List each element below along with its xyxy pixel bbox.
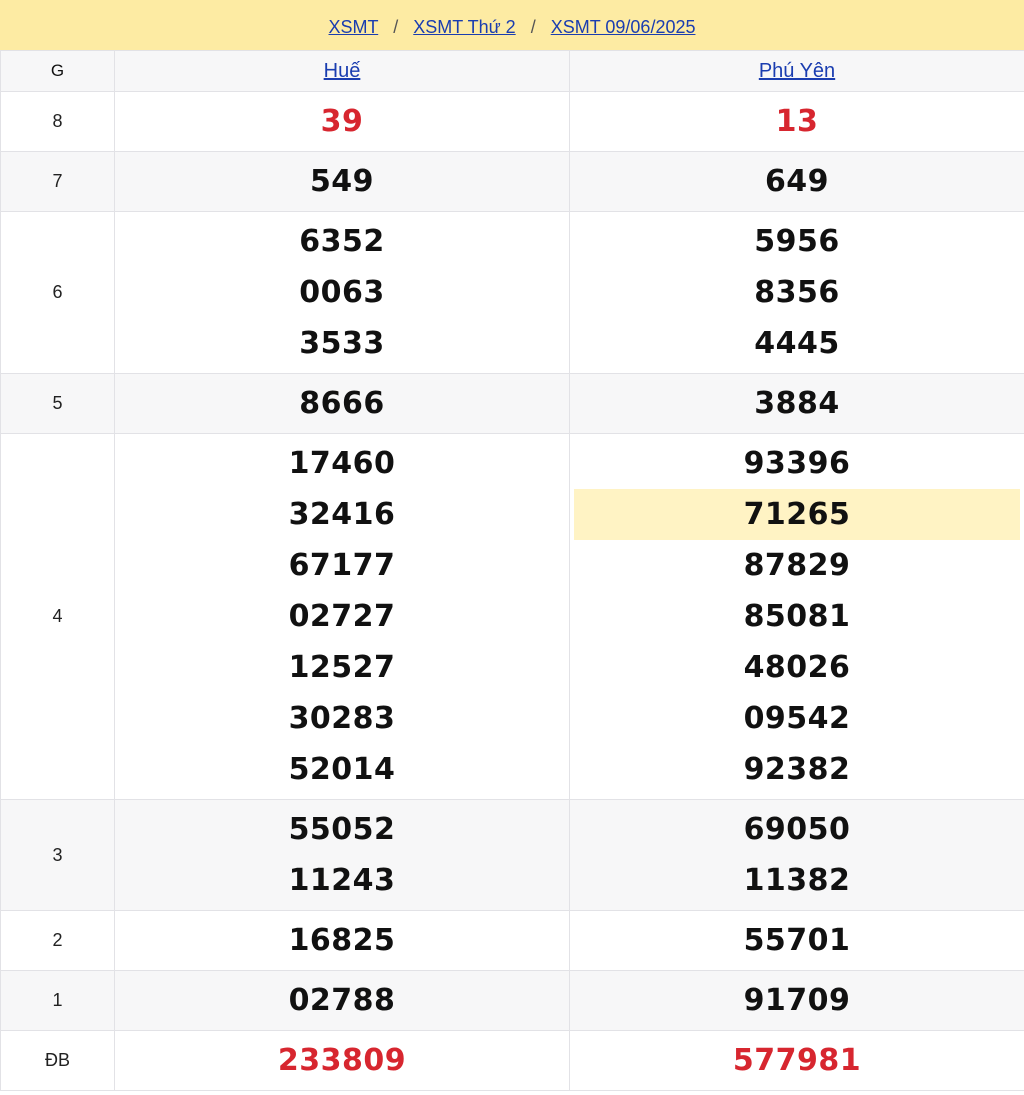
result-number: 4445 [754, 326, 840, 361]
result-number: 13 [775, 104, 819, 139]
result-cell-hue: 8666 [114, 373, 570, 434]
result-number: 85081 [743, 599, 851, 634]
prize-label: 7 [0, 151, 115, 212]
result-cell-phu-yen: 69050 11382 [569, 799, 1024, 911]
result-number: 30283 [288, 701, 396, 736]
result-number: 6352 [299, 224, 385, 259]
prize-label: 8 [0, 91, 115, 152]
result-number: 02788 [288, 983, 396, 1018]
result-cell-hue: 39 [114, 91, 570, 152]
prize-label: 6 [0, 211, 115, 374]
result-number: 39 [320, 104, 364, 139]
result-number: 67177 [288, 548, 396, 583]
result-number: 69050 [743, 812, 851, 847]
result-number: 55052 [288, 812, 396, 847]
result-number: 649 [764, 164, 830, 199]
prize-label: ĐB [0, 1030, 115, 1091]
prize-label: 5 [0, 373, 115, 434]
result-cell-phu-yen: 3884 [569, 373, 1024, 434]
prize-label: 4 [0, 433, 115, 800]
result-number: 93396 [743, 446, 851, 481]
table-row: 6 6352 0063 3533 5956 8356 4445 [0, 211, 1024, 374]
result-cell-phu-yen: 649 [569, 151, 1024, 212]
result-number: 48026 [743, 650, 851, 685]
result-cell-hue: 6352 0063 3533 [114, 211, 570, 374]
province-link-hue[interactable]: Huế [324, 60, 361, 82]
result-number: 71265 [574, 489, 1020, 540]
result-number: 55701 [743, 923, 851, 958]
prize-column-header: G [0, 50, 115, 92]
table-row: 4 17460 32416 67177 02727 12527 30283 52014 9339… [0, 433, 1024, 800]
result-cell-phu-yen: 91709 [569, 970, 1024, 1031]
table-row: 8 39 13 [0, 91, 1024, 152]
table-row: 3 55052 11243 69050 11382 [0, 799, 1024, 911]
table-row: 1 02788 91709 [0, 970, 1024, 1031]
table-header-row: G Huế Phú Yên [0, 50, 1024, 92]
page-header: XSMT / XSMT Thứ 2 / XSMT 09/06/2025 [0, 0, 1024, 50]
breadcrumb-separator: / [393, 17, 399, 37]
result-cell-hue: 233809 [114, 1030, 570, 1091]
result-cell-phu-yen: 5956 8356 4445 [569, 211, 1024, 374]
result-number: 0063 [299, 275, 385, 310]
result-number: 32416 [288, 497, 396, 532]
result-number: 3884 [754, 386, 840, 421]
result-cell-phu-yen: 577981 [569, 1030, 1024, 1091]
province-header-phu-yen: Phú Yên [569, 50, 1024, 92]
table-row: 5 8666 3884 [0, 373, 1024, 434]
result-number: 8666 [299, 386, 385, 421]
result-cell-hue: 55052 11243 [114, 799, 570, 911]
province-header-hue: Huế [114, 50, 570, 92]
breadcrumb-xsmt[interactable]: XSMT [329, 17, 379, 37]
result-cell-phu-yen: 93396 71265 87829 85081 48026 09542 92382 [569, 433, 1024, 800]
table-row: 2 16825 55701 [0, 910, 1024, 971]
result-number: 5956 [754, 224, 840, 259]
table-row: ĐB 233809 577981 [0, 1030, 1024, 1091]
result-number: 549 [309, 164, 375, 199]
province-link-phu-yen[interactable]: Phú Yên [759, 60, 835, 82]
page-title-cropped [0, 0, 1024, 4]
result-cell-hue: 549 [114, 151, 570, 212]
result-number: 12527 [288, 650, 396, 685]
result-number: 09542 [743, 701, 851, 736]
breadcrumb-xsmt-thu-2[interactable]: XSMT Thứ 2 [413, 17, 515, 37]
prize-label: 3 [0, 799, 115, 911]
result-number: 233809 [277, 1043, 407, 1078]
result-number: 11382 [743, 863, 851, 898]
result-number: 577981 [732, 1043, 862, 1078]
result-number: 91709 [743, 983, 851, 1018]
result-number: 11243 [288, 863, 396, 898]
result-cell-hue: 17460 32416 67177 02727 12527 30283 52014 [114, 433, 570, 800]
result-number: 92382 [743, 752, 851, 787]
prize-label: 1 [0, 970, 115, 1031]
result-number: 52014 [288, 752, 396, 787]
table-row: 7 549 649 [0, 151, 1024, 212]
result-number: 02727 [288, 599, 396, 634]
breadcrumb: XSMT / XSMT Thứ 2 / XSMT 09/06/2025 [0, 17, 1024, 38]
prize-label: 2 [0, 910, 115, 971]
result-number: 17460 [288, 446, 396, 481]
result-cell-phu-yen: 13 [569, 91, 1024, 152]
result-number: 87829 [743, 548, 851, 583]
results-table: G Huế Phú Yên 8 39 13 7 549 649 6 6352 0063 3533 5… [0, 50, 1024, 1091]
result-number: 3533 [299, 326, 385, 361]
breadcrumb-separator: / [530, 17, 536, 37]
result-cell-hue: 16825 [114, 910, 570, 971]
result-cell-phu-yen: 55701 [569, 910, 1024, 971]
result-number: 16825 [288, 923, 396, 958]
breadcrumb-xsmt-date[interactable]: XSMT 09/06/2025 [551, 17, 696, 37]
result-cell-hue: 02788 [114, 970, 570, 1031]
result-number: 8356 [754, 275, 840, 310]
